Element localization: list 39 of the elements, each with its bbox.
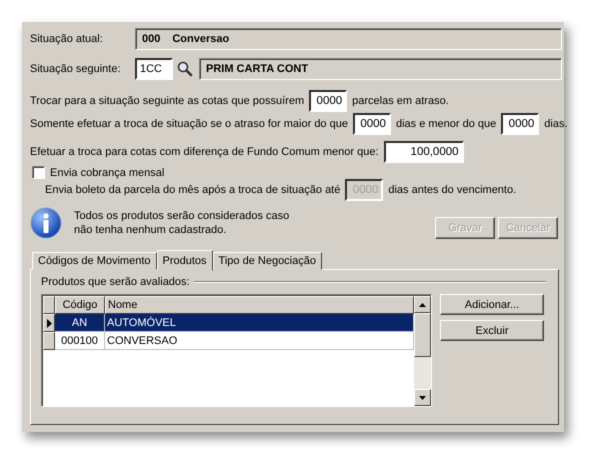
status-name: Conversao — [172, 33, 230, 45]
search-icon[interactable] — [177, 61, 193, 77]
number-input[interactable]: 0000 — [309, 90, 348, 112]
tab[interactable]: Tipo de Negociação — [212, 252, 322, 270]
rule-text: dias antes do vencimento. — [388, 184, 516, 196]
grid-button[interactable]: Excluir — [440, 320, 544, 341]
scrollbar[interactable] — [414, 296, 431, 406]
number-input[interactable]: 0000 — [501, 113, 540, 135]
table-cell[interactable]: AN — [55, 314, 105, 332]
table-cell[interactable]: CONVERSAO — [105, 332, 414, 350]
rule-text: parcelas em atraso. — [352, 95, 449, 107]
table-cell[interactable]: 000100 — [55, 332, 105, 350]
status-name-field: PRIM CARTA CONT — [199, 58, 562, 80]
rule-text: Envia boleto da parcela do mês após a troca de situação até — [45, 184, 340, 196]
checkbox[interactable] — [32, 166, 45, 179]
down-arrow-icon — [419, 396, 426, 400]
row-pointer-icon — [46, 318, 52, 328]
rule-text: dias. — [544, 118, 568, 130]
table-cell[interactable]: AUTOMÓVEL — [105, 314, 414, 332]
checkbox-label: Envia cobrança mensal — [50, 166, 164, 178]
field-label: Situação atual: — [30, 33, 104, 45]
tab[interactable]: Produtos — [156, 250, 213, 271]
number-input[interactable]: 0000 — [352, 113, 391, 135]
number-input[interactable]: 100,0000 — [384, 141, 464, 163]
rule-text: Trocar para a situação seguinte as cotas que possuírem — [30, 95, 304, 107]
code-input[interactable]: 1CC — [135, 58, 173, 80]
info-icon — [30, 207, 62, 239]
field-label: Situação seguinte: — [30, 63, 122, 75]
status-code: 000 — [142, 33, 160, 45]
column-header[interactable]: Nome — [105, 296, 414, 314]
column-header[interactable]: Código — [55, 296, 105, 314]
tab[interactable]: Códigos de Movimento — [32, 252, 157, 270]
rule-text: Efetuar a troca para cotas com diferença de Fundo Comum menor que: — [30, 146, 379, 158]
rule-text: dias e menor do que — [396, 118, 496, 130]
up-arrow-icon — [419, 302, 426, 306]
rule-text: Somente efetuar a troca de situação se o atraso for maior do que — [30, 118, 348, 130]
group-label: Produtos que serão avaliados: — [41, 276, 190, 288]
info-text: Todos os produtos serão considerados caso não tenha nenhum cadastrado. — [74, 209, 290, 237]
grid-button[interactable]: Adicionar... — [440, 294, 544, 315]
